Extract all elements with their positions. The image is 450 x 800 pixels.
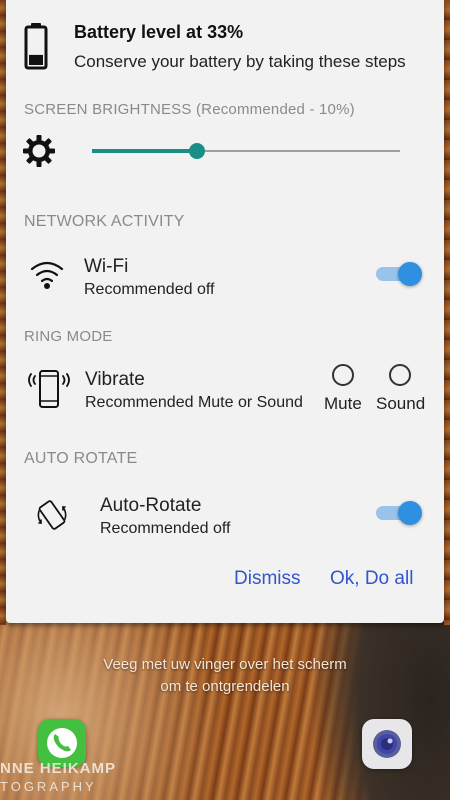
auto-rotate-toggle-knob	[398, 501, 422, 525]
wallpaper-edge-right	[444, 0, 450, 625]
vibrate-phone-icon	[28, 370, 70, 408]
dialog-title: Battery level at 33%	[74, 22, 244, 42]
ring-section-header: RING MODE	[24, 328, 113, 345]
watermark-line2: TOGRAPHY	[0, 779, 97, 794]
auto-rotate-icon	[37, 500, 67, 530]
mute-radio-label: Mute	[324, 394, 362, 413]
wifi-subtitle: Recommended off	[84, 281, 215, 298]
brightness-slider-fill	[92, 149, 197, 153]
brightness-gear-icon	[23, 135, 55, 167]
wifi-icon	[30, 261, 64, 289]
vibrate-title: Vibrate	[85, 369, 145, 390]
camera-icon	[373, 730, 401, 758]
wifi-title: Wi-Fi	[84, 256, 129, 277]
brightness-section-header: SCREEN BRIGHTNESS (Recommended - 10%)	[24, 101, 355, 118]
vibrate-subtitle: Recommended Mute or Sound	[85, 394, 303, 411]
unlock-hint-line1: Veeg met uw vinger over het scherm	[103, 656, 347, 673]
wifi-toggle[interactable]	[376, 261, 422, 287]
network-section-header: NETWORK ACTIVITY	[24, 213, 185, 230]
brightness-slider[interactable]	[92, 140, 400, 162]
camera-shortcut[interactable]	[362, 719, 412, 769]
auto-rotate-title: Auto-Rotate	[100, 495, 202, 516]
battery-saver-dialog: Battery level at 33% Conserve your batte…	[6, 0, 444, 623]
watermark-line1: NNE HEIKAMP	[0, 760, 117, 777]
auto-rotate-toggle[interactable]	[376, 500, 422, 526]
dialog-subtitle: Conserve your battery by taking these st…	[74, 52, 406, 71]
mute-radio[interactable]	[332, 364, 354, 386]
sound-radio[interactable]	[389, 364, 411, 386]
battery-low-icon	[24, 23, 48, 70]
do-all-button[interactable]: Ok, Do all	[330, 568, 413, 590]
dismiss-button[interactable]: Dismiss	[234, 568, 301, 590]
rotate-section-header: AUTO ROTATE	[24, 450, 138, 467]
photographer-watermark: NNE HEIKAMP TOGRAPHY	[0, 760, 120, 796]
brightness-slider-thumb[interactable]	[188, 143, 205, 159]
wifi-toggle-knob	[398, 262, 422, 286]
unlock-hint-line2: om te ontgrendelen	[160, 678, 290, 695]
auto-rotate-subtitle: Recommended off	[100, 520, 231, 537]
sound-radio-label: Sound	[376, 394, 426, 413]
